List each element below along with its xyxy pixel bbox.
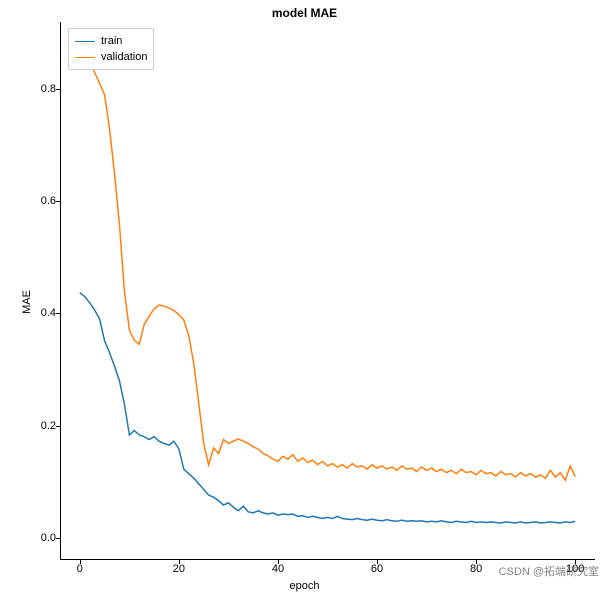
y-axis-label: MAE [21, 290, 33, 314]
legend-label-train: train [101, 33, 122, 49]
y-tick-mark [56, 89, 60, 90]
legend: train validation [68, 28, 154, 70]
legend-item-train: train [75, 33, 147, 49]
line-validation [80, 39, 575, 481]
y-tick-label: 0.4 [41, 307, 56, 319]
x-axis-label: epoch [0, 580, 609, 592]
x-tick-mark [278, 560, 279, 564]
y-tick-label: 0.6 [41, 195, 56, 207]
legend-swatch-validation [75, 57, 95, 58]
x-tick-label: 80 [470, 563, 482, 575]
chart-svg [60, 22, 595, 560]
legend-item-validation: validation [75, 49, 147, 65]
chart-title: model MAE [0, 6, 609, 20]
y-tick-mark [56, 201, 60, 202]
x-tick-mark [80, 560, 81, 564]
legend-swatch-train [75, 41, 95, 42]
x-tick-mark [476, 560, 477, 564]
y-tick-label: 0.0 [41, 532, 56, 544]
watermark: CSDN @拓端研究室 [499, 563, 599, 579]
y-tick-label: 0.8 [41, 83, 56, 95]
y-tick-mark [56, 313, 60, 314]
y-tick-mark [56, 426, 60, 427]
x-tick-label: 20 [173, 563, 185, 575]
line-train [80, 293, 575, 523]
x-tick-label: 60 [371, 563, 383, 575]
legend-label-validation: validation [101, 49, 147, 65]
x-tick-mark [377, 560, 378, 564]
y-tick-mark [56, 538, 60, 539]
x-tick-label: 0 [77, 563, 83, 575]
y-tick-label: 0.2 [41, 420, 56, 432]
chart-container: model MAE train validation 0.0 0.2 0.4 0.6 0… [0, 0, 609, 604]
x-tick-mark [179, 560, 180, 564]
x-tick-label: 40 [272, 563, 284, 575]
